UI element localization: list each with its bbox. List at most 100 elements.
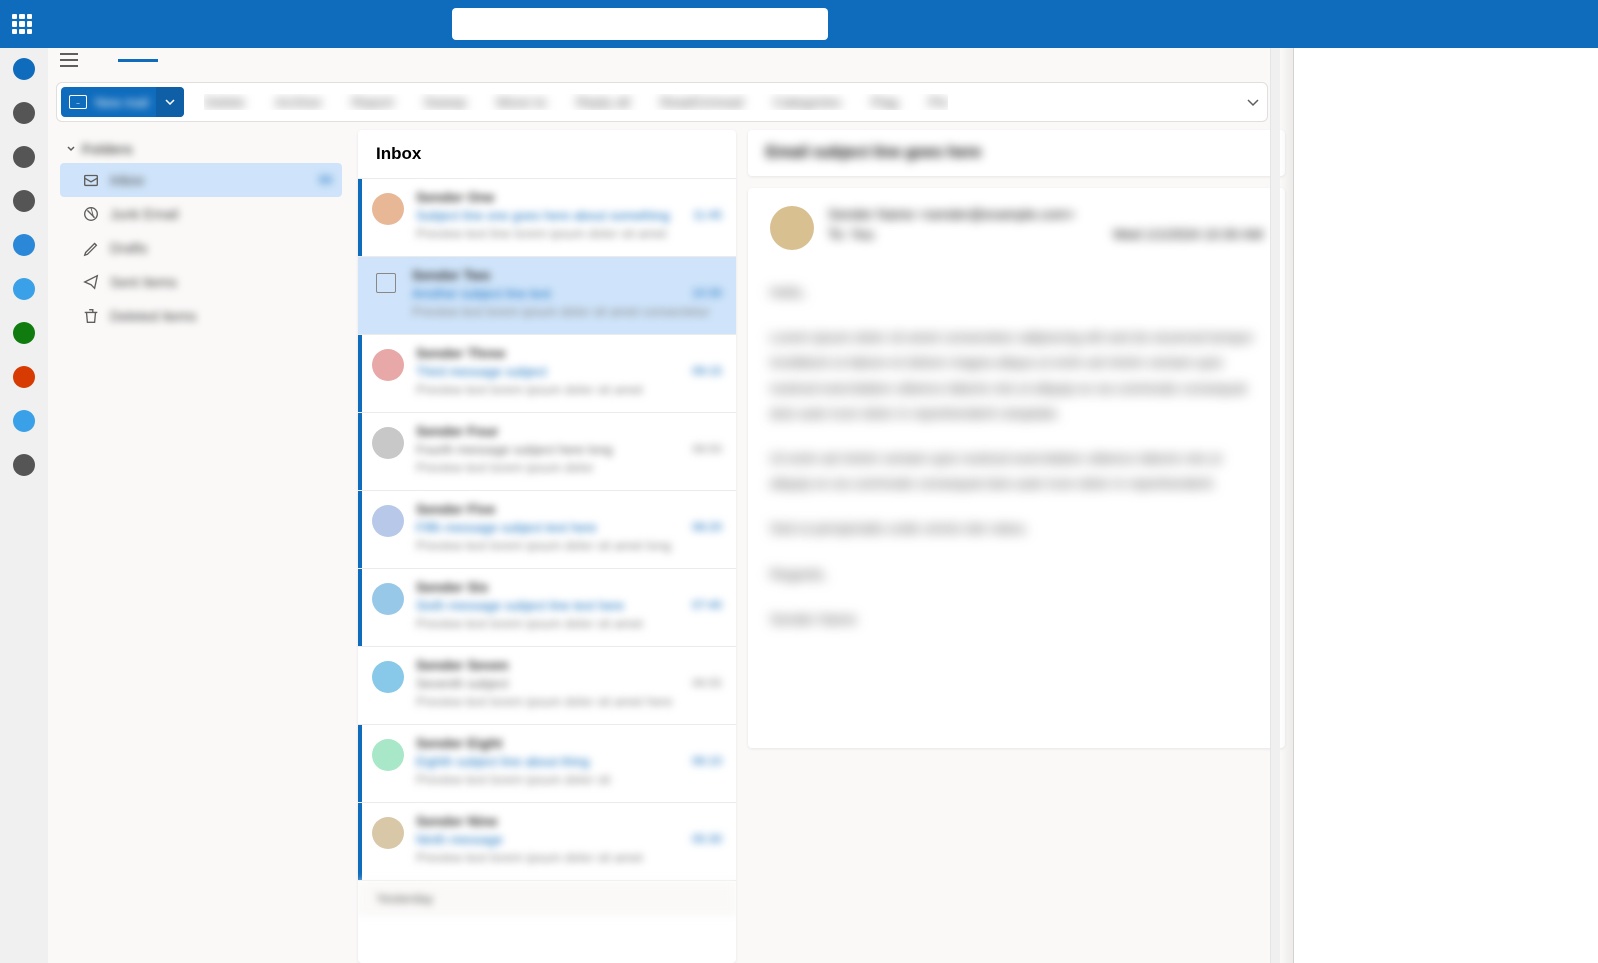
folder-header-label: Folders (82, 141, 133, 157)
folder-icon (82, 171, 100, 189)
email-body: Hello, Lorem ipsum dolor sit amet consec… (770, 280, 1263, 632)
message-subject: Fourth message subject here long (416, 442, 613, 457)
message-item[interactable]: Sender Five Fifth message subject text h… (358, 491, 736, 569)
message-time: 06:10 (692, 754, 722, 769)
message-checkbox[interactable] (376, 273, 396, 293)
folder-icon (82, 307, 100, 325)
message-item[interactable]: Sender Three Third message subject09:15 … (358, 335, 736, 413)
message-sender: Sender Nine (416, 813, 498, 829)
folder-item-drafts[interactable]: Drafts (60, 231, 342, 265)
content-area: Folders Inbox 99 Junk Email Drafts Sent … (48, 130, 1293, 963)
message-sender: Sender Five (416, 501, 495, 517)
message-preview: Preview text lorem ipsum dolor sit amet (416, 850, 643, 865)
folder-item-inbox[interactable]: Inbox 99 (60, 163, 342, 197)
message-item[interactable]: Sender One Subject line one goes here ab… (358, 179, 736, 257)
message-subject: Third message subject (416, 364, 547, 379)
ribbon-item-2[interactable]: Report (352, 94, 394, 110)
ribbon-expand-icon[interactable] (1247, 94, 1263, 110)
rail-app-2[interactable] (13, 146, 35, 168)
message-subject: Seventh subject (416, 676, 509, 691)
message-item[interactable]: Sender Seven Seventh subject 06:55 Previe… (358, 647, 736, 725)
message-preview: Preview text lorem ipsum dolor sit amet … (416, 694, 672, 709)
message-sender: Sender Three (416, 345, 505, 361)
folder-item-deleted-items[interactable]: Deleted Items (60, 299, 342, 333)
message-time: 10:30 (692, 286, 722, 301)
message-sender: Sender Seven (416, 657, 509, 673)
message-sender: Sender One (416, 189, 495, 205)
folder-item-junk-email[interactable]: Junk Email (60, 197, 342, 231)
rail-app-0[interactable] (13, 58, 35, 80)
message-item[interactable]: Sender Six Sixth message subject line te… (358, 569, 736, 647)
sender-avatar (770, 206, 814, 250)
message-preview: Preview text lorem ipsum dolor sit amet (416, 382, 643, 397)
message-time: 07:40 (692, 598, 722, 613)
left-rail (0, 48, 48, 963)
hamburger-icon[interactable] (60, 53, 78, 67)
message-subject: Sixth message subject line text here (416, 598, 624, 613)
message-time: 08:20 (692, 520, 722, 535)
message-scroll[interactable]: Sender One Subject line one goes here ab… (358, 179, 736, 963)
sender-avatar (372, 739, 404, 771)
search-input[interactable] (452, 8, 828, 40)
right-gutter (1293, 48, 1598, 963)
message-time: 06:55 (692, 676, 722, 691)
mail-icon (69, 95, 87, 109)
message-item[interactable]: Sender Four Fourth message subject here … (358, 413, 736, 491)
message-subject: Eighth subject line about thing (416, 754, 589, 769)
message-time: 08:50 (692, 442, 722, 457)
message-sender: Sender Four (416, 423, 498, 439)
message-preview: Preview text lorem ipsum dolor sit amet … (416, 538, 671, 553)
message-subject: Fifth message subject text here (416, 520, 597, 535)
ribbon-item-7[interactable]: Categories (773, 94, 841, 110)
message-item[interactable]: Sender Two Another subject line text10:3… (358, 257, 736, 335)
from-line: Sender Name <sender@example.com> (828, 206, 1263, 222)
rail-app-3[interactable] (13, 190, 35, 212)
ribbon-item-9[interactable]: Pin (928, 94, 948, 110)
active-tab-indicator (118, 59, 158, 62)
rail-app-7[interactable] (13, 366, 35, 388)
folder-label: Inbox (110, 172, 144, 188)
folder-header[interactable]: Folders (56, 135, 346, 163)
message-time: 09:15 (692, 364, 722, 379)
rail-app-6[interactable] (13, 322, 35, 344)
rail-app-1[interactable] (13, 102, 35, 124)
date-line: Wed 1/1/2024 10:30 AM (1113, 226, 1263, 242)
new-mail-button[interactable]: New mail (61, 87, 184, 117)
folder-icon (82, 273, 100, 291)
list-header: Inbox (358, 130, 736, 179)
folder-item-sent-items[interactable]: Sent Items (60, 265, 342, 299)
message-subject: Another subject line text (412, 286, 551, 301)
ribbon-toolbar: New mail Delete Archive Report Sweep Move to… (56, 82, 1268, 122)
message-subject: Ninth message (416, 832, 503, 847)
top-tab-area (48, 48, 1293, 72)
ribbon-item-3[interactable]: Sweep (424, 94, 467, 110)
message-preview: Preview text lorem ipsum dolor sit (416, 772, 610, 787)
ribbon-item-1[interactable]: Archive (275, 94, 322, 110)
rail-app-5[interactable] (13, 278, 35, 300)
message-subject: Subject line one goes here about somethi… (416, 208, 670, 223)
ribbon-item-4[interactable]: Move to (496, 94, 546, 110)
ribbon-item-6[interactable]: Read/Unread (660, 94, 743, 110)
rail-app-4[interactable] (13, 234, 35, 256)
folder-label: Deleted Items (110, 308, 196, 324)
message-preview: Preview text lorem ipsum dolor sit amet (416, 616, 643, 631)
folder-icon (82, 205, 100, 223)
to-line: To: You (828, 226, 874, 242)
app-launcher-icon[interactable] (12, 14, 32, 34)
new-mail-dropdown[interactable] (156, 87, 184, 117)
ribbon-item-5[interactable]: Reply all (576, 94, 630, 110)
chevron-down-icon (66, 144, 76, 154)
sender-avatar (372, 505, 404, 537)
subject-card: Email subject line goes here (748, 130, 1285, 176)
rail-app-9[interactable] (13, 454, 35, 476)
message-item[interactable]: Sender Eight Eighth subject line about t… (358, 725, 736, 803)
sender-avatar (372, 427, 404, 459)
rail-app-8[interactable] (13, 410, 35, 432)
message-item[interactable]: Sender Nine Ninth message05:30 Preview t… (358, 803, 736, 881)
sender-avatar (372, 661, 404, 693)
message-sender: Sender Eight (416, 735, 502, 751)
message-preview: Preview text lorem ipsum dolor sit amet … (412, 304, 710, 319)
ribbon-item-0[interactable]: Delete (204, 94, 244, 110)
ribbon-item-8[interactable]: Flag (871, 94, 898, 110)
reading-pane: Email subject line goes here Sender Name… (748, 130, 1285, 963)
